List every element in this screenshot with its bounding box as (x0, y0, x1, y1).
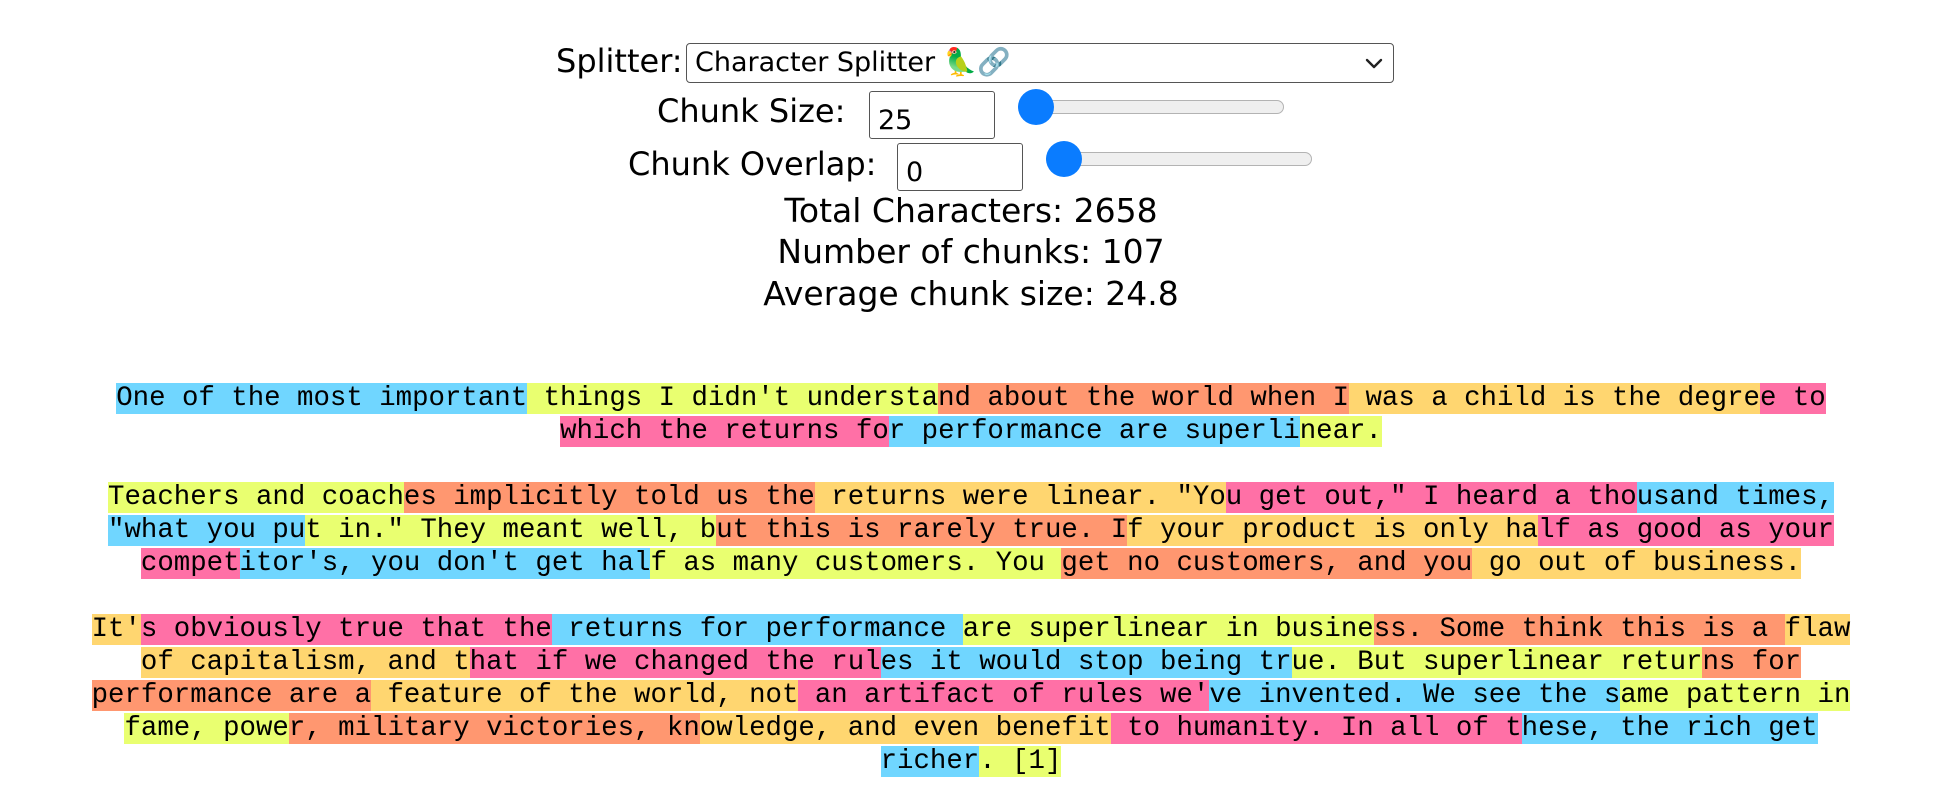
splitter-select-value: Character Splitter 🦜🔗 (695, 47, 1011, 78)
chunk-segment: richer (880, 746, 980, 777)
chunk-segment: to humanity. In all of t (1110, 713, 1522, 744)
chunk-segment: performance are a (91, 680, 372, 711)
chunk-segment: ns for (1702, 647, 1802, 678)
chunk-size-slider-track (1018, 100, 1284, 114)
chunk-segment: compet (140, 548, 240, 579)
chunk-overlap-label: Chunk Overlap: (628, 145, 877, 183)
chunk-segment: flaw (1784, 614, 1851, 645)
chunk-segment: r, military victories, kn (288, 713, 700, 744)
chevron-down-icon (1365, 58, 1383, 69)
chunk-segment: r performance are superli (888, 416, 1300, 447)
chunk-segment: f as many customers. You (650, 548, 1062, 579)
chunk-size-input[interactable] (869, 91, 995, 139)
chunk-segment: nd about the world when I (938, 383, 1350, 414)
chunk-segment: usand times, (1636, 482, 1834, 513)
chunk-segment: fame, powe (124, 713, 289, 744)
chunk-segment: are superlinear in busine (962, 614, 1374, 645)
splitter-label: Splitter: (556, 42, 683, 80)
text-line: One of the most important things I didn'… (0, 382, 1942, 415)
chunk-segment: u get out," I heard a tho (1225, 482, 1637, 513)
chunk-overlap-slider-thumb[interactable] (1046, 141, 1082, 177)
text-line: of capitalism, and that if we changed th… (0, 646, 1942, 679)
total-characters: Total Characters: 2658 (784, 191, 1158, 230)
chunk-segment: an artifact of rules we' (798, 680, 1210, 711)
chunk-segment: near. (1299, 416, 1382, 447)
splitter-select[interactable]: Character Splitter 🦜🔗 (686, 43, 1394, 83)
text-line: which the returns for performance are su… (0, 415, 1942, 448)
average-chunk-size: Average chunk size: 24.8 (763, 274, 1179, 313)
chunk-segment: ue. But superlinear retur (1291, 647, 1703, 678)
chunk-segment: hat if we changed the rul (469, 647, 881, 678)
chunk-segment: es it would stop being tr (880, 647, 1292, 678)
chunk-size-slider-thumb[interactable] (1018, 89, 1054, 125)
chunk-overlap-slider[interactable] (1046, 141, 1312, 177)
chunk-overlap-slider-track (1046, 152, 1312, 166)
chunk-segment: Teachers and coach (108, 482, 404, 513)
chunk-segment: was a child is the degre (1349, 383, 1760, 414)
text-line: richer. [1] (0, 745, 1942, 778)
chunk-segment: returns were linear. "Yo (814, 482, 1226, 513)
chunk-segment: hese, the rich get (1521, 713, 1818, 744)
chunk-segment: One of the most important (116, 383, 528, 414)
chunk-segment: f your product is only ha (1127, 515, 1539, 546)
chunk-segment: "what you pu (108, 515, 306, 546)
chunk-segment: ut this is rarely true. I (716, 515, 1128, 546)
chunk-segment: ss. Some think this is a (1373, 614, 1785, 645)
chunk-segment: go out of business. (1472, 548, 1802, 579)
chunk-segment: t in." They meant well, b (305, 515, 717, 546)
number-of-chunks: Number of chunks: 107 (777, 232, 1165, 271)
chunk-segment: feature of the world, not (371, 680, 799, 711)
text-line: performance are a feature of the world, … (0, 679, 1942, 712)
chunk-segment: It' (91, 614, 141, 645)
chunk-segment: things I didn't understa (527, 383, 939, 414)
chunk-segment: of capitalism, and t (140, 647, 470, 678)
text-line: It's obviously true that the returns for… (0, 613, 1942, 646)
chunk-segment: es implicitly told us the (403, 482, 815, 513)
text-line: Teachers and coaches implicitly told us … (0, 481, 1942, 514)
chunk-segment: which the returns fo (560, 416, 889, 447)
chunk-segment: owledge, and even benefit (699, 713, 1111, 744)
chunk-segment: itor's, you don't get hal (239, 548, 651, 579)
chunk-segment: . [1] (979, 746, 1062, 777)
chunk-segment: ve invented. We see the s (1209, 680, 1621, 711)
chunk-size-slider[interactable] (1018, 89, 1284, 125)
chunk-segment: ame pattern in (1620, 680, 1851, 711)
chunk-overlap-input[interactable] (897, 143, 1023, 191)
chunk-size-label: Chunk Size: (657, 92, 846, 130)
chunk-segment: s obviously true that the (140, 614, 552, 645)
text-line: competitor's, you don't get half as many… (0, 547, 1942, 580)
text-line: fame, power, military victories, knowled… (0, 712, 1942, 745)
chunk-segment: returns for performance (551, 614, 963, 645)
chunk-segment: lf as good as your (1538, 515, 1834, 546)
text-line: "what you put in." They meant well, but … (0, 514, 1942, 547)
chunk-segment: get no customers, and you (1061, 548, 1473, 579)
chunk-segment: e to (1760, 383, 1826, 414)
